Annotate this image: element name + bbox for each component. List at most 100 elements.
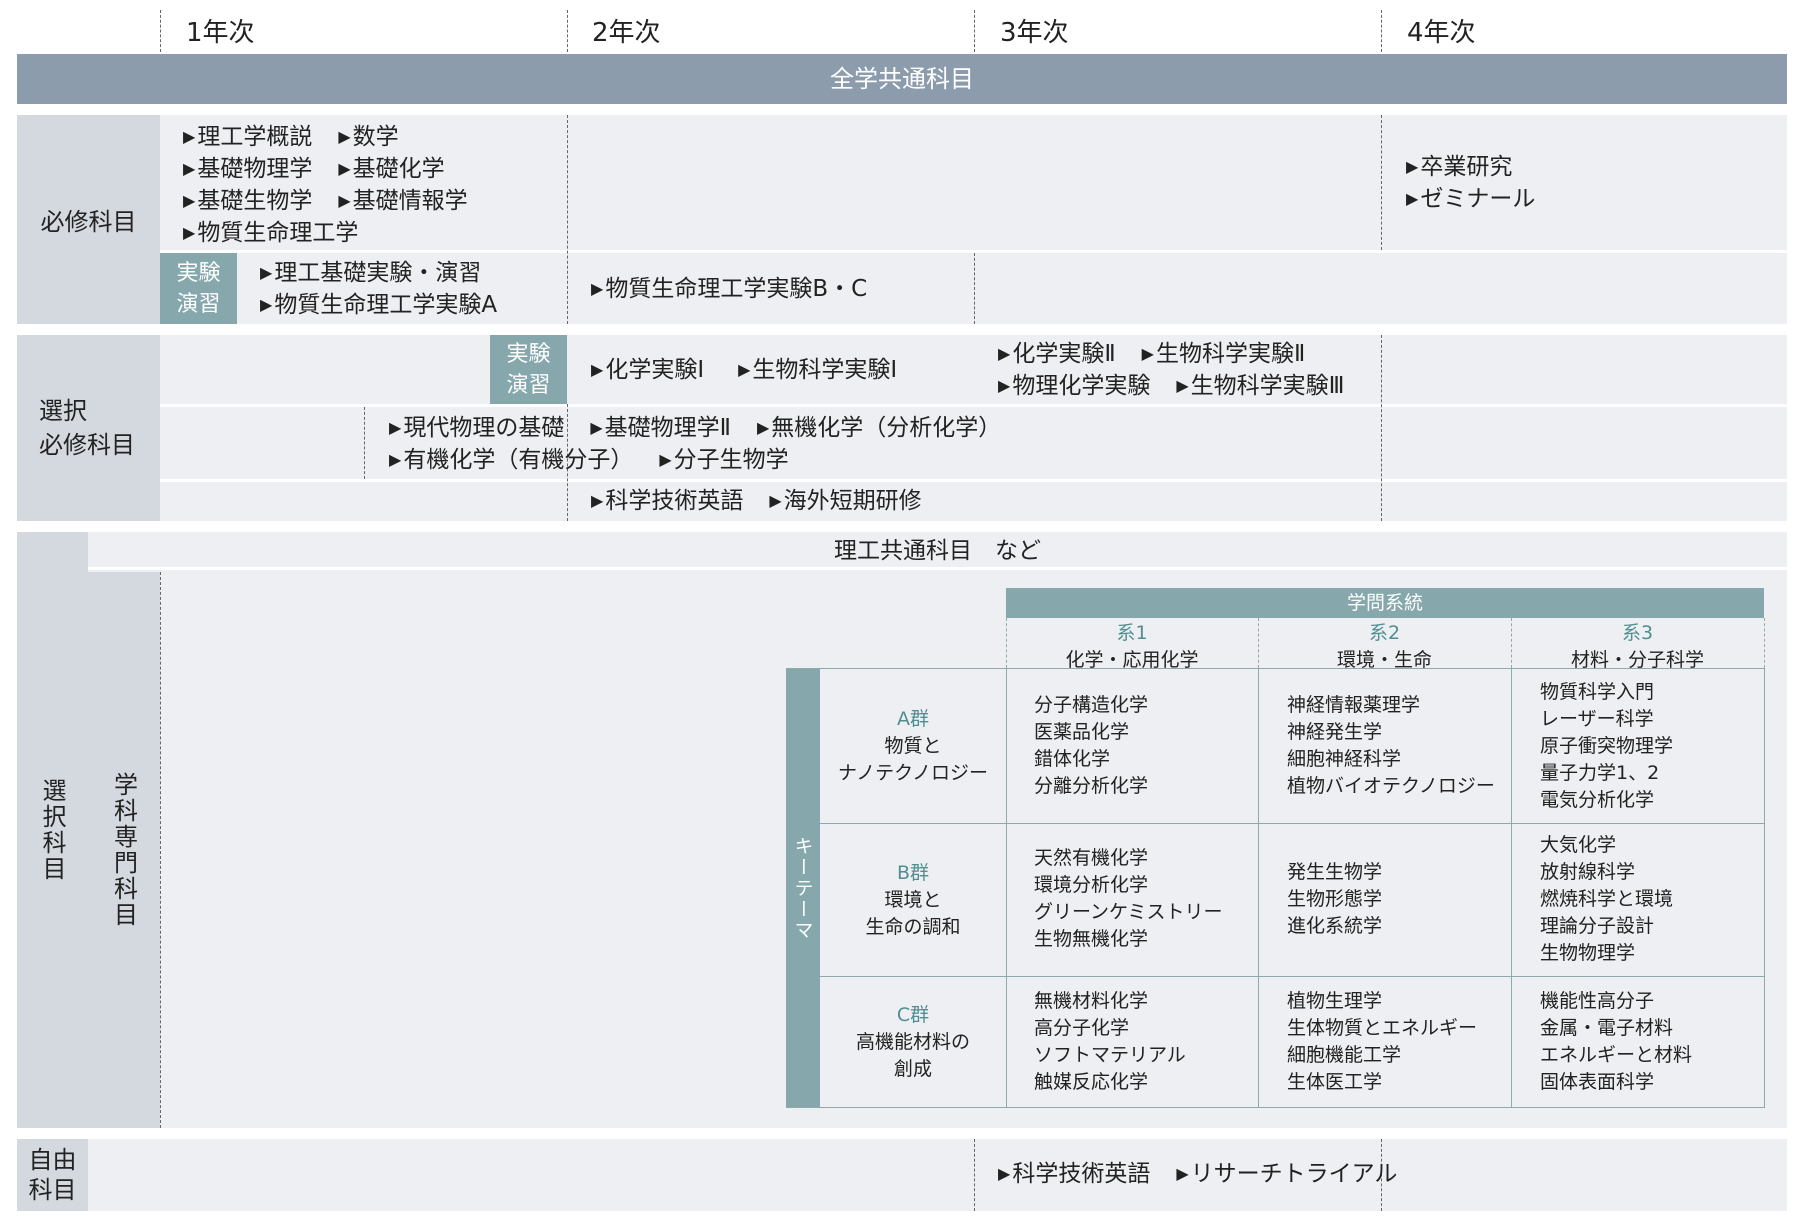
grid-line bbox=[1258, 618, 1259, 668]
subject-item: 生物物理学 bbox=[1540, 942, 1636, 964]
course-item: 基礎生物学 bbox=[183, 188, 312, 214]
course-item: 生物科学実験Ⅰ bbox=[738, 357, 897, 383]
year-2-header: 2年次 bbox=[592, 18, 661, 48]
subject-item: レーザー科学 bbox=[1540, 708, 1654, 730]
lab-tag-text: 演習 bbox=[176, 291, 221, 317]
subject-item: 無機材料化学 bbox=[1034, 990, 1149, 1012]
grid-line bbox=[1006, 668, 1007, 1108]
year-divider bbox=[160, 572, 161, 1128]
elective-label-text: 選択科目 bbox=[38, 778, 66, 882]
subject-cell: 植物生理学 生体物質とエネルギー 細胞機能工学 生体医工学 bbox=[1287, 988, 1477, 1096]
course-row: 物質生命理工学 bbox=[183, 218, 494, 250]
elective-required-label: 選択 必修科目 bbox=[17, 335, 160, 521]
year-divider bbox=[1381, 115, 1382, 250]
group-name-line: ナノテクノロジー bbox=[838, 762, 988, 784]
subject-cell: 物質科学入門 レーザー科学 原子衝突物理学 量子力学1、2 電気分析化学 bbox=[1540, 679, 1673, 814]
course-item: 基礎化学 bbox=[338, 156, 445, 182]
course-item: 基礎物理学 bbox=[183, 156, 312, 182]
subject-item: 機能性高分子 bbox=[1540, 990, 1655, 1012]
year-divider bbox=[1381, 335, 1382, 521]
group-code: A群 bbox=[897, 708, 929, 730]
subject-item: 原子衝突物理学 bbox=[1540, 735, 1674, 757]
subject-item: 医薬品化学 bbox=[1034, 721, 1130, 743]
year-4-header: 4年次 bbox=[1407, 18, 1476, 48]
lab-tag-text: 実験 bbox=[506, 341, 551, 367]
free-band bbox=[88, 1139, 1787, 1211]
course-item: 理工基礎実験・演習 bbox=[260, 260, 481, 286]
group-code: C群 bbox=[896, 1004, 930, 1026]
course-item: 科学技術英語 bbox=[591, 488, 743, 514]
year-3-header: 3年次 bbox=[1000, 18, 1069, 48]
required-lab-list: 理工基礎実験・演習 物質生命理工学実験A bbox=[260, 258, 523, 322]
subject-item: 生体医工学 bbox=[1287, 1071, 1383, 1093]
key-theme-bar: キーテーマ bbox=[786, 668, 820, 1108]
label-line: 科目 bbox=[28, 1176, 77, 1204]
subject-item: 理論分子設計 bbox=[1540, 915, 1655, 937]
common-subjects-text: 理工共通科目 など bbox=[834, 538, 1041, 564]
subject-item: ソフトマテリアル bbox=[1034, 1044, 1186, 1066]
subject-item: 植物バイオテクノロジー bbox=[1287, 775, 1495, 797]
group-a-label: A群 物質と ナノテクノロジー bbox=[820, 706, 1006, 787]
grid-line bbox=[1258, 668, 1259, 1108]
grid-line bbox=[820, 976, 1764, 977]
system-header: 系2 環境・生命 bbox=[1258, 620, 1511, 674]
key-theme-text: キーテーマ bbox=[791, 835, 814, 941]
free-label: 自由 科目 bbox=[17, 1139, 88, 1211]
subject-item: 大気化学 bbox=[1540, 834, 1617, 856]
lab-tag: 実験 演習 bbox=[490, 335, 567, 404]
elective-lab-list: 化学実験Ⅰ 生物科学実験Ⅰ bbox=[591, 355, 923, 387]
label-line: 自由 bbox=[28, 1146, 77, 1174]
subject-item: 進化系統学 bbox=[1287, 915, 1383, 937]
lab-tag-text: 演習 bbox=[506, 372, 551, 398]
course-item: 物質生命理工学実験A bbox=[260, 292, 497, 318]
required-course-list: 理工学概説数学 基礎物理学基礎化学 基礎生物学基礎情報学 物質生命理工学 bbox=[183, 122, 494, 250]
required-label: 必修科目 bbox=[17, 115, 160, 324]
course-item: 基礎情報学 bbox=[338, 188, 468, 214]
course-item: 数学 bbox=[338, 124, 399, 150]
subject-item: 量子力学1、2 bbox=[1540, 762, 1660, 784]
subject-item: 錯体化学 bbox=[1034, 748, 1111, 770]
year-divider bbox=[567, 10, 568, 52]
senior-course-list: 卒業研究 ゼミナール bbox=[1406, 152, 1561, 216]
course-row: 基礎物理学基礎化学 bbox=[183, 154, 494, 186]
subject-item: 分離分析化学 bbox=[1034, 775, 1149, 797]
row-separator bbox=[160, 404, 1787, 407]
grid-line bbox=[786, 1107, 1764, 1108]
group-name-line: 創成 bbox=[893, 1058, 932, 1080]
grid-line bbox=[820, 823, 1764, 824]
year-1-header: 1年次 bbox=[186, 18, 255, 48]
discipline-header-text: 学問系統 bbox=[1346, 592, 1423, 614]
subject-cell: 無機材料化学 高分子化学 ソフトマテリアル 触媒反応化学 bbox=[1034, 988, 1186, 1096]
dept-label: 学科専門科目 bbox=[88, 572, 160, 1128]
subject-cell: 天然有機化学 環境分析化学 グリーンケミストリー 生物無機化学 bbox=[1034, 845, 1222, 953]
subject-item: グリーンケミストリー bbox=[1034, 901, 1223, 923]
elective-lecture-list: 現代物理の基礎基礎物理学Ⅱ 無機化学（分析化学） 有機化学（有機分子） 分子生物学 bbox=[389, 413, 1027, 477]
subject-item: 燃焼科学と環境 bbox=[1540, 888, 1674, 910]
grid-line bbox=[1764, 618, 1765, 668]
subject-item: 放射線科学 bbox=[1540, 861, 1636, 883]
course-item: 生物科学実験Ⅲ bbox=[1176, 373, 1345, 399]
subject-item: 物質科学入門 bbox=[1540, 681, 1655, 703]
group-code: B群 bbox=[896, 862, 930, 884]
year-divider bbox=[567, 115, 568, 324]
course-item: 基礎物理学Ⅱ bbox=[590, 415, 731, 441]
year-divider bbox=[160, 10, 161, 52]
discipline-header: 学問系統 bbox=[1006, 588, 1764, 618]
course-item: 無機化学（分析化学） bbox=[757, 415, 1001, 441]
group-name-line: 環境と bbox=[884, 889, 942, 911]
course-row: 理工学概説数学 bbox=[183, 122, 494, 154]
grid-line bbox=[1764, 668, 1765, 1108]
system-name: 材料・分子科学 bbox=[1570, 649, 1704, 671]
group-name-line: 生命の調和 bbox=[865, 916, 961, 938]
subject-cell: 機能性高分子 金属・電子材料 エネルギーと材料 固体表面科学 bbox=[1540, 988, 1692, 1096]
subject-item: 触媒反応化学 bbox=[1034, 1071, 1149, 1093]
subject-item: 天然有機化学 bbox=[1034, 847, 1149, 869]
system-header: 系1 化学・応用化学 bbox=[1006, 620, 1258, 674]
system-name: 環境・生命 bbox=[1336, 649, 1432, 671]
grid-line bbox=[1511, 618, 1512, 668]
common-subjects-bar: 全学共通科目 bbox=[17, 54, 1787, 104]
year-divider bbox=[974, 1139, 975, 1211]
subject-item: 分子構造化学 bbox=[1034, 694, 1149, 716]
subject-item: エネルギーと材料 bbox=[1540, 1044, 1693, 1066]
subject-item: 植物生理学 bbox=[1287, 990, 1383, 1012]
